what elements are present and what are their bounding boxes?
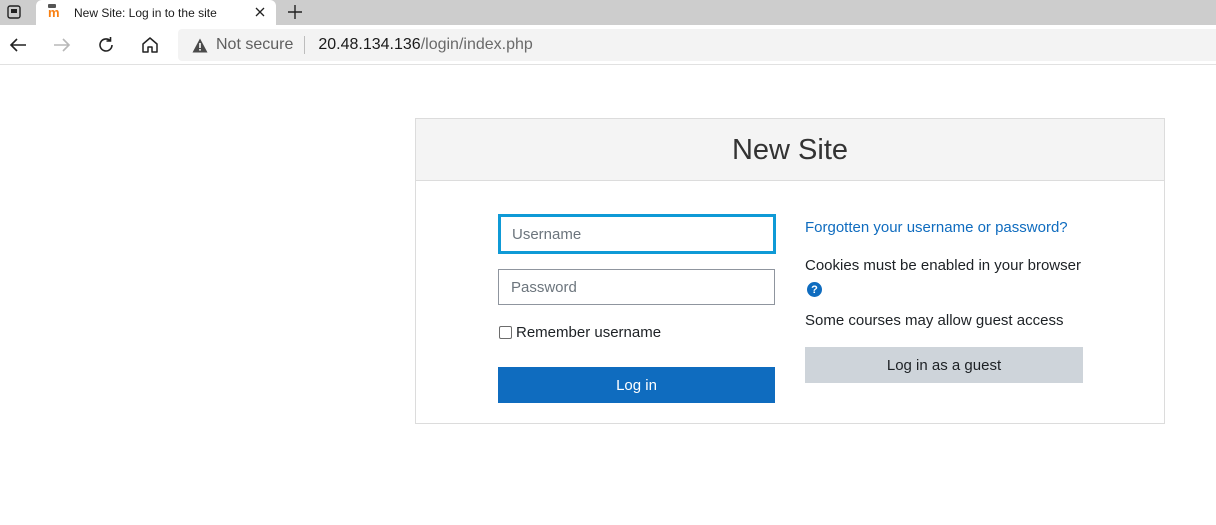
tab-strip: m New Site: Log in to the site	[0, 0, 1216, 25]
remember-username-label[interactable]: Remember username	[516, 324, 661, 341]
active-tab[interactable]: m New Site: Log in to the site	[36, 0, 276, 25]
home-icon	[142, 37, 158, 53]
forward-arrow-icon	[54, 38, 71, 52]
tab-actions-button[interactable]	[4, 2, 24, 22]
back-button[interactable]	[6, 33, 30, 57]
moodle-favicon-icon: m	[48, 3, 60, 20]
username-input[interactable]	[498, 214, 776, 254]
plus-icon	[288, 5, 302, 19]
tab-close-button[interactable]	[252, 4, 268, 20]
guest-login-button[interactable]: Log in as a guest	[805, 347, 1083, 383]
tab-actions-icon	[7, 5, 21, 19]
login-card-header: New Site	[416, 119, 1164, 181]
forward-button[interactable]	[50, 33, 74, 57]
tab-title: New Site: Log in to the site	[74, 5, 217, 20]
remember-username-checkbox[interactable]	[499, 326, 512, 339]
refresh-icon	[99, 37, 113, 52]
new-tab-button[interactable]	[284, 1, 306, 23]
home-button[interactable]	[138, 33, 162, 57]
url-host: 20.48.134.136	[318, 36, 421, 53]
login-card: New Site Remember username Log in Forgot…	[415, 118, 1165, 424]
password-input[interactable]	[498, 269, 775, 305]
url-path: /login/index.php	[420, 36, 533, 53]
login-button[interactable]: Log in	[498, 367, 775, 403]
site-title: New Site	[731, 134, 849, 166]
url-text[interactable]: 20.48.134.136/login/index.php	[318, 36, 532, 54]
address-separator	[304, 36, 306, 54]
guest-access-notice: Some courses may allow guest access	[805, 312, 1064, 329]
close-icon	[255, 7, 265, 17]
cookies-notice: Cookies must be enabled in your browser	[805, 257, 1081, 274]
remember-username[interactable]: Remember username	[499, 324, 661, 341]
refresh-button[interactable]	[94, 33, 118, 57]
help-icon[interactable]: ?	[807, 282, 822, 297]
back-arrow-icon	[9, 38, 26, 52]
forgot-password-link[interactable]: Forgotten your username or password?	[805, 219, 1068, 236]
browser-toolbar: Not secure 20.48.134.136/login/index.php	[0, 25, 1216, 65]
security-status[interactable]: Not secure	[216, 36, 293, 54]
address-bar[interactable]: Not secure 20.48.134.136/login/index.php	[178, 29, 1216, 61]
warning-icon[interactable]	[192, 37, 208, 53]
